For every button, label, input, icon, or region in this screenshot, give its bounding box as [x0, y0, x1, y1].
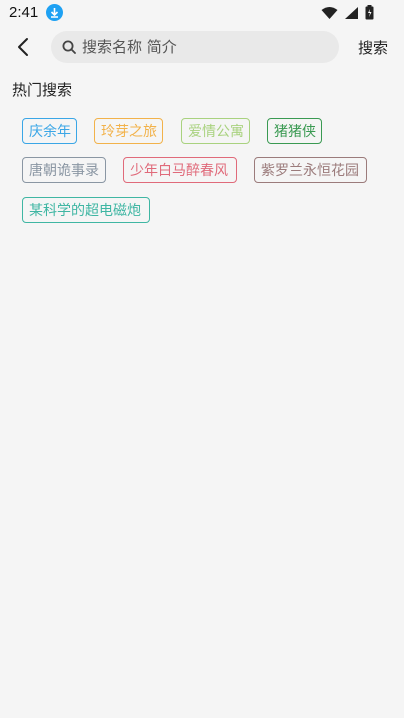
hot-tag[interactable]: 庆余年: [22, 118, 77, 144]
back-button[interactable]: [12, 35, 34, 59]
hot-tag[interactable]: 少年白马醉春风: [123, 157, 237, 183]
search-header: 搜索: [0, 27, 404, 67]
hot-tag[interactable]: 爱情公寓: [181, 118, 250, 144]
search-box[interactable]: [51, 31, 339, 63]
back-arrow-icon: [18, 38, 28, 56]
download-icon: [46, 4, 63, 21]
battery-icon: [365, 5, 374, 24]
hot-tag[interactable]: 唐朝诡事录: [22, 157, 106, 183]
search-button[interactable]: 搜索: [358, 37, 388, 58]
search-icon: [61, 39, 77, 55]
signal-icon: [344, 5, 359, 24]
status-bar: 2:41: [0, 0, 404, 27]
wifi-icon: [321, 5, 338, 24]
search-input[interactable]: [80, 37, 324, 57]
hot-tag[interactable]: 玲芽之旅: [94, 118, 163, 144]
hot-tag[interactable]: 某科学的超电磁炮: [22, 197, 150, 223]
hot-search-title: 热门搜索: [12, 81, 73, 99]
system-icons: [321, 5, 374, 24]
hot-tag[interactable]: 猪猪侠: [267, 118, 322, 144]
hot-tag[interactable]: 紫罗兰永恒花园: [254, 157, 367, 183]
status-time: 2:41: [9, 4, 39, 21]
